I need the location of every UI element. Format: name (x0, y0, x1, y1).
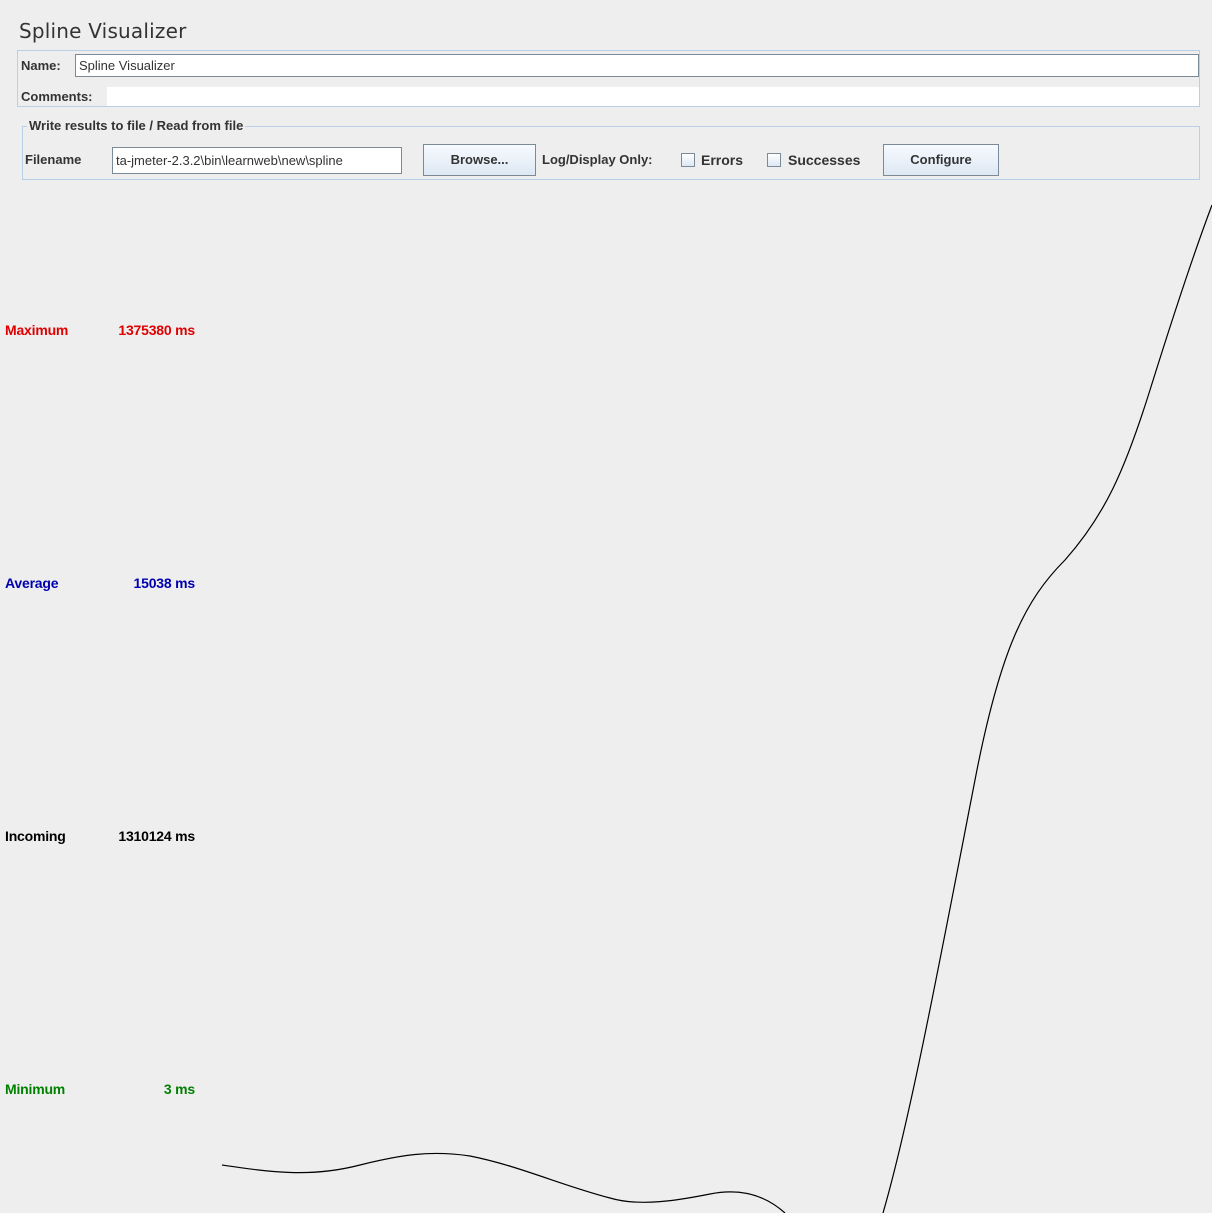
minimum-label: Minimum (5, 1081, 66, 1097)
log-display-only-label: Log/Display Only: (542, 152, 653, 167)
file-panel-legend: Write results to file / Read from file (27, 118, 246, 133)
incoming-value: 1310124 ms (118, 828, 195, 844)
spline-curve (221, 1152, 786, 1213)
page-title: Spline Visualizer (19, 19, 187, 43)
name-label: Name: (21, 58, 61, 73)
browse-button[interactable]: Browse... (423, 144, 536, 176)
minimum-value: 3 ms (163, 1081, 195, 1097)
average-label: Average (5, 575, 59, 591)
successes-label: Successes (788, 152, 861, 168)
errors-checkbox[interactable] (681, 153, 695, 167)
maximum-value: 1375380 ms (118, 322, 195, 338)
comments-input[interactable] (107, 87, 1199, 106)
filename-label: Filename (25, 152, 82, 167)
name-comments-panel: Name: Spline Visualizer Comments: (17, 50, 1200, 107)
maximum-label: Maximum (5, 322, 69, 338)
incoming-label: Incoming (5, 828, 66, 844)
successes-checkbox[interactable] (767, 153, 781, 167)
errors-label: Errors (701, 152, 744, 168)
comments-label: Comments: (21, 89, 93, 104)
name-input[interactable]: Spline Visualizer (75, 54, 1199, 77)
average-value: 15038 ms (133, 575, 196, 591)
spline-graph (221, 204, 1212, 1213)
filename-input[interactable]: ta-jmeter-2.3.2\bin\learnweb\new\spline (112, 147, 402, 174)
spline-curve-rising (882, 204, 1212, 1213)
configure-button[interactable]: Configure (883, 144, 999, 176)
